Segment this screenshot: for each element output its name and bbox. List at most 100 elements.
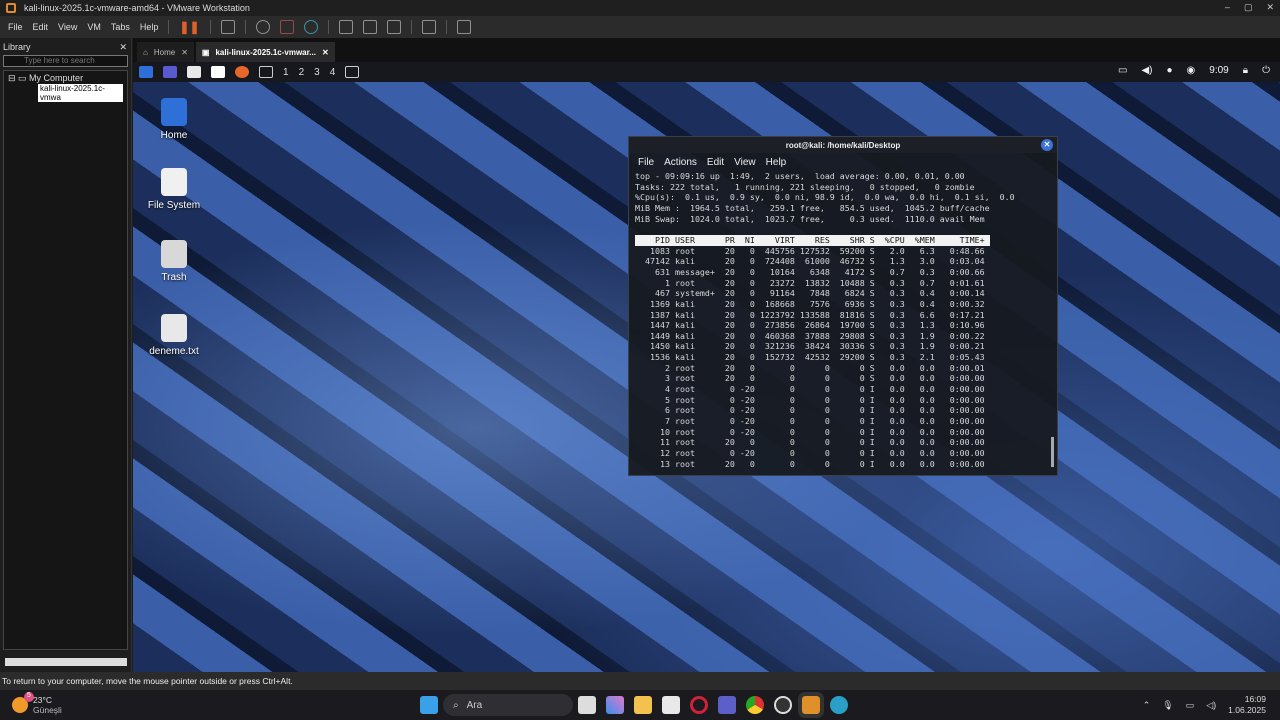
menu-edit[interactable]: Edit bbox=[33, 22, 49, 32]
opera-icon[interactable] bbox=[690, 696, 708, 714]
menu-help[interactable]: Help bbox=[140, 22, 159, 32]
close-tab-icon[interactable]: ✕ bbox=[322, 48, 329, 57]
tab-label: Home bbox=[153, 47, 176, 57]
snapshot-manager-icon[interactable] bbox=[303, 20, 318, 34]
volume-icon[interactable]: ◀) bbox=[1141, 65, 1152, 76]
desktop-icon-deneme[interactable]: deneme.txt bbox=[144, 314, 204, 357]
snapshot-icon[interactable] bbox=[255, 20, 270, 34]
close-button[interactable]: ✕ bbox=[1266, 2, 1274, 13]
obs-icon[interactable] bbox=[774, 696, 792, 714]
file-explorer-icon[interactable] bbox=[634, 696, 652, 714]
terminal-window[interactable]: root@kali: /home/kali/Desktop ✕ File Acti… bbox=[628, 136, 1058, 476]
tab-home[interactable]: ⌂ Home ✕ bbox=[137, 42, 194, 62]
process-row: 1 root 20 0 23272 13832 10488 S 0.3 0.7 … bbox=[635, 277, 985, 288]
tab-bar: ⌂ Home ✕ ▣ kali-linux-2025.1c-vmwar... ✕ bbox=[133, 38, 1280, 62]
edge-icon[interactable] bbox=[830, 696, 848, 714]
start-icon[interactable] bbox=[420, 696, 438, 714]
minimize-button[interactable]: – bbox=[1225, 2, 1230, 13]
terminal-menu-view[interactable]: View bbox=[734, 157, 756, 168]
menu-vm[interactable]: VM bbox=[87, 22, 101, 32]
kali-tray: ▭ ◀) ● ◉ 9:09 🔒︎ ⏻ bbox=[1118, 65, 1270, 76]
terminal-menu-help[interactable]: Help bbox=[766, 157, 787, 168]
divider bbox=[209, 20, 211, 34]
taskbar-search[interactable]: ⌕ Ara bbox=[443, 694, 573, 716]
text-editor-icon[interactable] bbox=[211, 66, 225, 78]
home-folder-icon bbox=[161, 98, 187, 126]
kali-clock[interactable]: 9:09 bbox=[1209, 65, 1228, 76]
power-status-icon[interactable]: ◉ bbox=[1187, 65, 1196, 76]
thumbnail-bar-icon[interactable] bbox=[362, 20, 377, 34]
terminal-title: root@kali: /home/kali/Desktop bbox=[785, 140, 901, 150]
vmware-icon[interactable] bbox=[798, 692, 824, 718]
tab-kali-vm[interactable]: ▣ kali-linux-2025.1c-vmwar... ✕ bbox=[195, 42, 335, 62]
copilot-icon[interactable] bbox=[606, 696, 624, 714]
weather-widget[interactable]: 5 23°C Güneşli bbox=[12, 692, 392, 715]
process-row: 13 root 20 0 0 0 0 I 0.0 0.0 0:00.00 bbox=[635, 458, 985, 469]
file-manager-icon[interactable] bbox=[187, 66, 201, 78]
workspace-1[interactable]: 1 bbox=[283, 67, 289, 78]
maximize-button[interactable]: ▢ bbox=[1244, 2, 1253, 13]
divider bbox=[445, 20, 447, 34]
workspace-4[interactable]: 4 bbox=[330, 67, 336, 78]
process-row: 6 root 0 -20 0 0 0 I 0.0 0.0 0:00.00 bbox=[635, 405, 985, 416]
tree-item-my-computer[interactable]: ⊟ ▭ My Computer bbox=[8, 73, 123, 84]
drive-icon bbox=[161, 168, 187, 196]
show-library-icon[interactable] bbox=[338, 20, 353, 34]
menu-tabs[interactable]: Tabs bbox=[111, 22, 130, 32]
terminal-window-icon[interactable] bbox=[345, 66, 360, 78]
store-icon[interactable] bbox=[662, 696, 680, 714]
terminal-close-button[interactable]: ✕ bbox=[1041, 139, 1053, 151]
firefox-icon[interactable] bbox=[235, 66, 249, 78]
terminal-title-bar[interactable]: root@kali: /home/kali/Desktop ✕ bbox=[629, 137, 1057, 153]
send-ctrl-alt-del-icon[interactable] bbox=[220, 20, 235, 34]
divider bbox=[244, 20, 246, 34]
display-icon[interactable]: ▭ bbox=[1118, 65, 1127, 76]
chrome-icon[interactable] bbox=[746, 696, 764, 714]
network-icon[interactable]: ▭ bbox=[1186, 700, 1195, 711]
lock-icon[interactable]: 🔒︎ bbox=[1243, 65, 1248, 76]
terminal-scrollbar[interactable] bbox=[1051, 437, 1054, 467]
menu-file[interactable]: File bbox=[8, 22, 23, 32]
kali-menu-icon[interactable] bbox=[139, 66, 153, 78]
notifications-icon[interactable]: ● bbox=[1167, 65, 1173, 76]
desktop-icon-file-system[interactable]: File System bbox=[144, 168, 204, 211]
full-screen-icon[interactable] bbox=[386, 20, 401, 34]
show-hidden-icons[interactable]: ⌃ bbox=[1143, 700, 1151, 711]
speaker-icon[interactable]: ◁) bbox=[1206, 700, 1216, 711]
process-row: 12 root 0 -20 0 0 0 I 0.0 0.0 0:00.00 bbox=[635, 448, 985, 459]
desktop-icon-home[interactable]: Home bbox=[144, 98, 204, 141]
terminal-menu-edit[interactable]: Edit bbox=[707, 157, 724, 168]
desktop-icon-trash[interactable]: Trash bbox=[144, 240, 204, 283]
console-view-icon[interactable] bbox=[421, 20, 436, 34]
pause-icon[interactable]: ❚❚ bbox=[179, 20, 199, 34]
tree-item-vm[interactable]: kali-linux-2025.1c-vmwa bbox=[38, 84, 123, 102]
top-summary-line: MiB Swap: 1024.0 total, 1023.7 free, 0.3… bbox=[635, 213, 985, 224]
process-row: 47142 kali 20 0 724408 61000 46732 S 1.3… bbox=[635, 256, 985, 267]
close-tab-icon[interactable]: ✕ bbox=[181, 48, 188, 57]
process-row: 7 root 0 -20 0 0 0 I 0.0 0.0 0:00.00 bbox=[635, 416, 985, 427]
search-label: Ara bbox=[466, 699, 483, 711]
library-search-input[interactable]: Type here to search bbox=[3, 55, 128, 67]
desktop-icon-label: File System bbox=[147, 200, 201, 211]
terminal-menu-file[interactable]: File bbox=[638, 157, 654, 168]
teams-icon[interactable] bbox=[718, 696, 736, 714]
terminal-menu-actions[interactable]: Actions bbox=[664, 157, 697, 168]
task-view-icon[interactable] bbox=[578, 696, 596, 714]
revert-snapshot-icon[interactable] bbox=[279, 20, 294, 34]
power-icon[interactable]: ⏻ bbox=[1262, 65, 1270, 76]
terminal-icon[interactable] bbox=[259, 66, 273, 78]
process-row: 1536 kali 20 0 152732 42532 29200 S 0.3 … bbox=[635, 352, 985, 363]
library-close-icon[interactable]: ✕ bbox=[119, 42, 127, 53]
microphone-icon[interactable]: 🎙︎ bbox=[1162, 700, 1173, 711]
workspace-3[interactable]: 3 bbox=[314, 67, 320, 78]
stretch-guest-icon[interactable] bbox=[456, 20, 471, 34]
terminal-output[interactable]: top - 09:09:16 up 1:49, 2 users, load av… bbox=[629, 171, 1057, 469]
library-scrollbar[interactable] bbox=[5, 658, 127, 666]
menu-view[interactable]: View bbox=[58, 22, 77, 32]
terminal-menu: File Actions Edit View Help bbox=[629, 153, 1057, 171]
library-tree: ⊟ ▭ My Computer kali-linux-2025.1c-vmwa bbox=[3, 70, 128, 650]
workspace-2[interactable]: 2 bbox=[299, 67, 305, 78]
vm-display[interactable]: 1 2 3 4 ▭ ◀) ● ◉ 9:09 🔒︎ ⏻ Home File Sys… bbox=[133, 62, 1280, 672]
show-desktop-icon[interactable] bbox=[163, 66, 177, 78]
taskbar-clock[interactable]: 16:09 1.06.2025 bbox=[1228, 694, 1266, 716]
